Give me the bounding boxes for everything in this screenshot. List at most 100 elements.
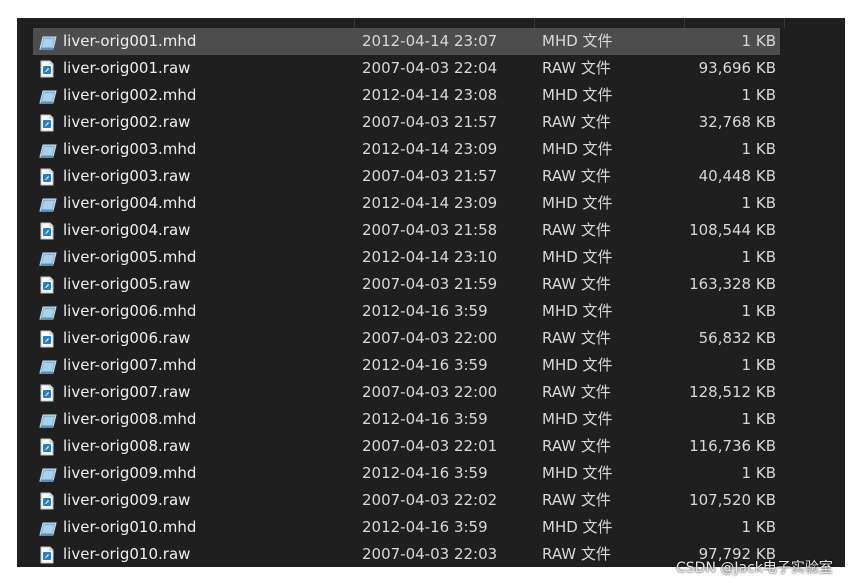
column-divider[interactable] bbox=[534, 18, 535, 28]
file-row[interactable]: liver-orig005.mhd 2012-04-14 23:10 MHD 文件 1… bbox=[33, 244, 780, 271]
raw-file-icon bbox=[39, 222, 55, 240]
file-type: MHD 文件 bbox=[542, 410, 613, 428]
file-size: 108,544 KB bbox=[689, 221, 776, 239]
file-row[interactable]: liver-orig007.mhd 2012-04-16 3:59 MHD 文件 1 … bbox=[33, 352, 780, 379]
file-name: liver-orig005.mhd bbox=[63, 248, 197, 266]
file-name: liver-orig009.raw bbox=[63, 491, 191, 509]
mhd-file-icon bbox=[39, 87, 57, 105]
file-type: RAW 文件 bbox=[542, 545, 611, 563]
file-row[interactable]: liver-orig009.raw 2007-04-03 22:02 RAW 文件 1… bbox=[33, 487, 780, 514]
mhd-file-icon bbox=[39, 303, 57, 321]
file-type: RAW 文件 bbox=[542, 167, 611, 185]
mhd-file-icon bbox=[39, 195, 57, 213]
file-date-modified: 2012-04-16 3:59 bbox=[362, 410, 488, 428]
file-size: 116,736 KB bbox=[689, 437, 776, 455]
file-row[interactable]: liver-orig002.raw 2007-04-03 21:57 RAW 文件 3… bbox=[33, 109, 780, 136]
file-type: RAW 文件 bbox=[542, 59, 611, 77]
file-size: 1 KB bbox=[741, 194, 776, 212]
file-type: MHD 文件 bbox=[542, 464, 613, 482]
file-type: RAW 文件 bbox=[542, 437, 611, 455]
file-name: liver-orig007.mhd bbox=[63, 356, 197, 374]
file-date-modified: 2012-04-16 3:59 bbox=[362, 356, 488, 374]
file-row[interactable]: liver-orig006.mhd 2012-04-16 3:59 MHD 文件 1 … bbox=[33, 298, 780, 325]
file-date-modified: 2012-04-14 23:10 bbox=[362, 248, 498, 266]
file-row[interactable]: liver-orig008.mhd 2012-04-16 3:59 MHD 文件 1 … bbox=[33, 406, 780, 433]
file-name: liver-orig008.raw bbox=[63, 437, 191, 455]
file-name: liver-orig008.mhd bbox=[63, 410, 197, 428]
file-size: 163,328 KB bbox=[689, 275, 776, 293]
mhd-file-icon bbox=[39, 357, 57, 375]
file-type: MHD 文件 bbox=[542, 356, 613, 374]
raw-file-icon bbox=[39, 492, 55, 510]
file-size: 1 KB bbox=[741, 32, 776, 50]
file-date-modified: 2007-04-03 21:58 bbox=[362, 221, 498, 239]
file-row[interactable]: liver-orig003.mhd 2012-04-14 23:09 MHD 文件 1… bbox=[33, 136, 780, 163]
raw-file-icon bbox=[39, 438, 55, 456]
file-size: 93,696 KB bbox=[698, 59, 776, 77]
file-date-modified: 2007-04-03 22:01 bbox=[362, 437, 498, 455]
file-date-modified: 2012-04-16 3:59 bbox=[362, 518, 488, 536]
file-row[interactable]: liver-orig005.raw 2007-04-03 21:59 RAW 文件 1… bbox=[33, 271, 780, 298]
file-list-pane: liver-orig001.mhd 2012-04-14 23:07 MHD 文件 1… bbox=[17, 18, 845, 567]
file-size: 56,832 KB bbox=[698, 329, 776, 347]
file-date-modified: 2007-04-03 21:57 bbox=[362, 113, 498, 131]
mhd-file-icon bbox=[39, 411, 57, 429]
file-row[interactable]: liver-orig002.mhd 2012-04-14 23:08 MHD 文件 1… bbox=[33, 82, 780, 109]
file-row[interactable]: liver-orig004.raw 2007-04-03 21:58 RAW 文件 1… bbox=[33, 217, 780, 244]
file-type: MHD 文件 bbox=[542, 518, 613, 536]
file-row[interactable]: liver-orig010.mhd 2012-04-16 3:59 MHD 文件 1 … bbox=[33, 514, 780, 541]
file-size: 1 KB bbox=[741, 140, 776, 158]
file-name: liver-orig001.mhd bbox=[63, 32, 197, 50]
file-type: MHD 文件 bbox=[542, 140, 613, 158]
file-date-modified: 2007-04-03 22:00 bbox=[362, 383, 498, 401]
file-size: 32,768 KB bbox=[698, 113, 776, 131]
file-row[interactable]: liver-orig003.raw 2007-04-03 21:57 RAW 文件 4… bbox=[33, 163, 780, 190]
file-row[interactable]: liver-orig008.raw 2007-04-03 22:01 RAW 文件 1… bbox=[33, 433, 780, 460]
file-row[interactable]: liver-orig001.raw 2007-04-03 22:04 RAW 文件 9… bbox=[33, 55, 780, 82]
file-name: liver-orig001.raw bbox=[63, 59, 191, 77]
file-name: liver-orig004.raw bbox=[63, 221, 191, 239]
file-type: RAW 文件 bbox=[542, 491, 611, 509]
file-name: liver-orig009.mhd bbox=[63, 464, 197, 482]
file-size: 1 KB bbox=[741, 302, 776, 320]
mhd-file-icon bbox=[39, 249, 57, 267]
file-type: MHD 文件 bbox=[542, 32, 613, 50]
file-name: liver-orig010.raw bbox=[63, 545, 191, 563]
file-date-modified: 2012-04-14 23:09 bbox=[362, 194, 498, 212]
file-name: liver-orig004.mhd bbox=[63, 194, 197, 212]
file-date-modified: 2012-04-14 23:09 bbox=[362, 140, 498, 158]
file-size: 1 KB bbox=[741, 356, 776, 374]
file-row[interactable]: liver-orig004.mhd 2012-04-14 23:09 MHD 文件 1… bbox=[33, 190, 780, 217]
file-date-modified: 2012-04-16 3:59 bbox=[362, 464, 488, 482]
file-type: RAW 文件 bbox=[542, 383, 611, 401]
raw-file-icon bbox=[39, 330, 55, 348]
raw-file-icon bbox=[39, 114, 55, 132]
file-type: RAW 文件 bbox=[542, 275, 611, 293]
raw-file-icon bbox=[39, 168, 55, 186]
file-date-modified: 2012-04-14 23:07 bbox=[362, 32, 498, 50]
file-size: 1 KB bbox=[741, 86, 776, 104]
file-date-modified: 2007-04-03 22:02 bbox=[362, 491, 498, 509]
file-name: liver-orig002.mhd bbox=[63, 86, 197, 104]
column-divider[interactable] bbox=[784, 18, 785, 28]
column-divider[interactable] bbox=[684, 18, 685, 28]
raw-file-icon bbox=[39, 546, 55, 564]
file-type: MHD 文件 bbox=[542, 194, 613, 212]
file-size: 40,448 KB bbox=[698, 167, 776, 185]
file-row[interactable]: liver-orig007.raw 2007-04-03 22:00 RAW 文件 1… bbox=[33, 379, 780, 406]
mhd-file-icon bbox=[39, 519, 57, 537]
file-type: RAW 文件 bbox=[542, 221, 611, 239]
raw-file-icon bbox=[39, 276, 55, 294]
watermark: CSDN @Jack电子实验室 bbox=[676, 560, 833, 576]
mhd-file-icon bbox=[39, 465, 57, 483]
file-name: liver-orig006.raw bbox=[63, 329, 191, 347]
file-date-modified: 2007-04-03 21:57 bbox=[362, 167, 498, 185]
file-size: 1 KB bbox=[741, 410, 776, 428]
file-row[interactable]: liver-orig010.raw 2007-04-03 22:03 RAW 文件 9… bbox=[33, 541, 780, 567]
column-header-strip[interactable] bbox=[17, 18, 845, 28]
column-divider[interactable] bbox=[354, 18, 355, 28]
file-row[interactable]: liver-orig001.mhd 2012-04-14 23:07 MHD 文件 1… bbox=[33, 28, 780, 55]
file-row[interactable]: liver-orig006.raw 2007-04-03 22:00 RAW 文件 5… bbox=[33, 325, 780, 352]
file-row[interactable]: liver-orig009.mhd 2012-04-16 3:59 MHD 文件 1 … bbox=[33, 460, 780, 487]
file-type: RAW 文件 bbox=[542, 113, 611, 131]
